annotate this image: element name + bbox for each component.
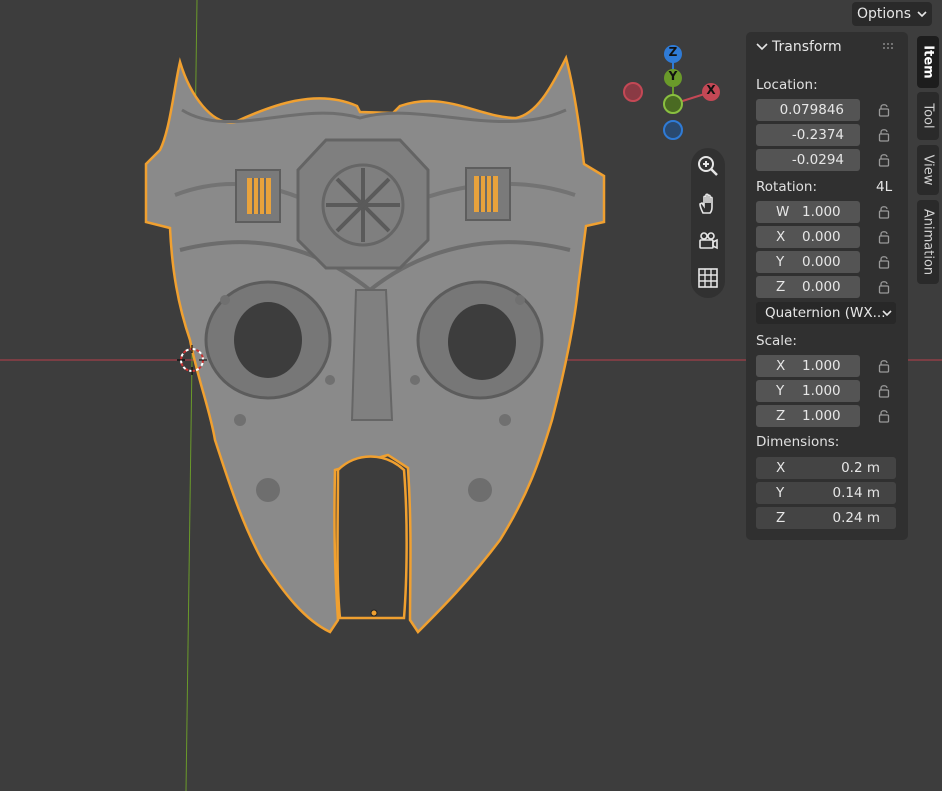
lock-icon[interactable] [878, 153, 890, 167]
scale-x-field[interactable]: X 1.000 [756, 355, 860, 377]
transform-title: Transform [772, 39, 842, 55]
rotation-w-field[interactable]: W 1.000 [756, 201, 860, 223]
chevron-down-icon [917, 11, 927, 18]
gizmo-y-label[interactable]: Y [664, 69, 682, 83]
location-label: Location: [756, 77, 818, 93]
location-x-field[interactable]: 0.079846 [756, 99, 860, 121]
rotation-label: Rotation: [756, 179, 818, 195]
location-y-field[interactable]: -0.2374 [756, 124, 860, 146]
gizmo-neg-x [623, 82, 643, 102]
rotation-mode-dropdown[interactable]: Quaternion (WX... [756, 302, 896, 324]
lock-icon[interactable] [878, 359, 890, 373]
zoom-icon[interactable] [696, 154, 720, 178]
tab-view[interactable]: View [917, 145, 939, 195]
drag-grip-icon[interactable] [882, 42, 896, 50]
gizmo-x-label[interactable]: X [702, 83, 720, 97]
lock-icon[interactable] [878, 280, 890, 294]
options-dropdown[interactable]: Options [852, 2, 932, 26]
lock-icon[interactable] [878, 205, 890, 219]
scale-y-field[interactable]: Y 1.000 [756, 380, 860, 402]
transform-panel: Transform Location: 0.079846 -0.2374 -0.… [746, 32, 908, 540]
location-z-field[interactable]: -0.0294 [756, 149, 860, 171]
dimensions-x-field[interactable]: X 0.2 m [756, 457, 896, 479]
options-label: Options [856, 6, 912, 22]
left-vent [235, 169, 281, 223]
rotation-x-field[interactable]: X 0.000 [756, 226, 860, 248]
lock-icon[interactable] [878, 255, 890, 269]
lock-icon[interactable] [878, 230, 890, 244]
camera-view-icon[interactable] [696, 229, 720, 253]
gizmo-z-label[interactable]: Z [664, 45, 682, 59]
rotation-lock-mode-toggle[interactable]: 4L [876, 179, 892, 195]
viewport-navigation-tools [691, 148, 725, 298]
lock-icon[interactable] [878, 409, 890, 423]
tab-animation[interactable]: Animation [917, 200, 939, 284]
dimensions-z-field[interactable]: Z 0.24 m [756, 507, 896, 529]
lock-icon[interactable] [878, 384, 890, 398]
scale-z-field[interactable]: Z 1.000 [756, 405, 860, 427]
right-vent [465, 167, 511, 221]
chevron-down-icon [882, 310, 892, 317]
tab-tool[interactable]: Tool [917, 92, 939, 140]
pan-hand-icon[interactable] [696, 192, 720, 216]
lock-icon[interactable] [878, 128, 890, 142]
ortho-grid-icon[interactable] [696, 266, 720, 290]
tab-item[interactable]: Item [917, 36, 939, 88]
lock-icon[interactable] [878, 103, 890, 117]
chevron-down-icon [756, 43, 768, 51]
dimensions-y-field[interactable]: Y 0.14 m [756, 482, 896, 504]
scale-label: Scale: [756, 333, 797, 349]
rotation-y-field[interactable]: Y 0.000 [756, 251, 860, 273]
dimensions-label: Dimensions: [756, 434, 840, 450]
transform-panel-header[interactable]: Transform [746, 32, 908, 62]
gizmo-neg-y [663, 94, 683, 114]
gizmo-neg-z [663, 120, 683, 140]
rotation-z-field[interactable]: Z 0.000 [756, 276, 860, 298]
mask-model [144, 54, 606, 634]
object-origin [370, 609, 378, 617]
